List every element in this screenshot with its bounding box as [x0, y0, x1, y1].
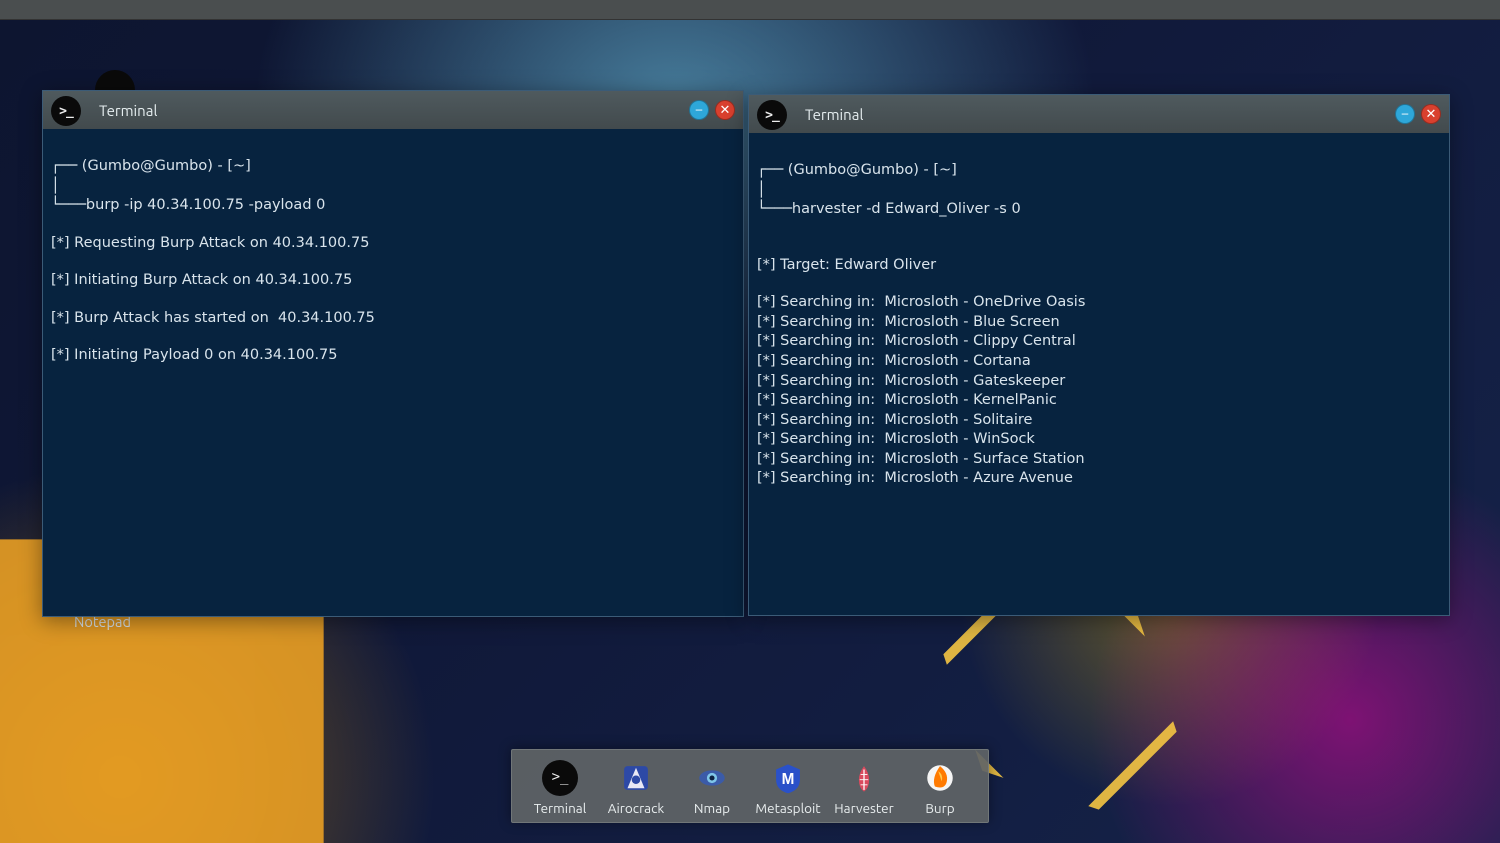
terminal-icon [757, 100, 787, 130]
output-line: [*] Burp Attack has started on 40.34.100… [51, 309, 735, 329]
dock-label: Airocrack [608, 800, 664, 816]
dock-label: Burp [925, 800, 954, 816]
terminal-window-burp: Terminal – ✕ ┌── (Gumbo@Gumbo) - [~] │ └… [42, 90, 744, 617]
window-title: Terminal [99, 102, 157, 119]
command-line: └───burp -ip 40.34.100.75 -payload 0 [51, 196, 735, 216]
system-top-bar [0, 0, 1500, 20]
prompt-line: ┌── (Gumbo@Gumbo) - [~] [51, 157, 735, 177]
dock-item-harvester[interactable]: Harvester [831, 760, 897, 816]
minimize-button[interactable]: – [689, 100, 709, 120]
output-line: [*] Searching in: Microsloth - Azure Ave… [757, 469, 1441, 489]
output-line: [*] Searching in: Microsloth - Gateskeep… [757, 372, 1441, 392]
output-line: [*] Searching in: Microsloth - OneDrive … [757, 293, 1441, 313]
output-line: [*] Initiating Burp Attack on 40.34.100.… [51, 271, 735, 291]
terminal-content[interactable]: ┌── (Gumbo@Gumbo) - [~] │ └───burp -ip 4… [43, 129, 743, 616]
close-button[interactable]: ✕ [715, 100, 735, 120]
dock-label: Nmap [694, 800, 730, 816]
output-line: [*] Requesting Burp Attack on 40.34.100.… [51, 234, 735, 254]
metasploit-icon: M [770, 760, 806, 796]
titlebar[interactable]: Terminal – ✕ [749, 95, 1449, 133]
dock-item-burp[interactable]: Burp [907, 760, 973, 816]
command-line: └───harvester -d Edward_Oliver -s 0 [757, 200, 1441, 220]
airocrack-icon [618, 760, 654, 796]
output-line: [*] Searching in: Microsloth - Surface S… [757, 450, 1441, 470]
terminal-content[interactable]: ┌── (Gumbo@Gumbo) - [~] │ └───harvester … [749, 133, 1449, 615]
burp-icon [922, 760, 958, 796]
titlebar[interactable]: Terminal – ✕ [43, 91, 743, 129]
output-line: [*] Initiating Payload 0 on 40.34.100.75 [51, 346, 735, 366]
minimize-button[interactable]: – [1395, 104, 1415, 124]
output-line: [*] Searching in: Microsloth - Clippy Ce… [757, 332, 1441, 352]
prompt-line: │ [757, 181, 1441, 201]
harvester-icon [846, 760, 882, 796]
terminal-icon [51, 96, 81, 126]
prompt-line: ┌── (Gumbo@Gumbo) - [~] [757, 161, 1441, 181]
dock-label: Harvester [834, 800, 893, 816]
output-line: [*] Searching in: Microsloth - WinSock [757, 430, 1441, 450]
dock-label: Metasploit [755, 800, 820, 816]
svg-text:M: M [782, 771, 795, 788]
application-dock: >_ Terminal Airocrack Nmap M Metasploit … [511, 749, 989, 823]
dock-item-terminal[interactable]: >_ Terminal [527, 760, 593, 816]
dock-item-nmap[interactable]: Nmap [679, 760, 745, 816]
output-line: [*] Searching in: Microsloth - Cortana [757, 352, 1441, 372]
dock-item-metasploit[interactable]: M Metasploit [755, 760, 821, 816]
terminal-window-harvester: Terminal – ✕ ┌── (Gumbo@Gumbo) - [~] │ └… [748, 94, 1450, 616]
output-line: [*] Searching in: Microsloth - Blue Scre… [757, 313, 1441, 333]
output-line: [*] Target: Edward Oliver [757, 256, 1441, 276]
close-button[interactable]: ✕ [1421, 104, 1441, 124]
prompt-line: │ [51, 177, 735, 197]
dock-label: Terminal [534, 800, 587, 816]
dock-item-airocrack[interactable]: Airocrack [603, 760, 669, 816]
output-line: [*] Searching in: Microsloth - Solitaire [757, 411, 1441, 431]
terminal-icon: >_ [542, 760, 578, 796]
window-title: Terminal [805, 106, 863, 123]
output-line: [*] Searching in: Microsloth - KernelPan… [757, 391, 1441, 411]
nmap-icon [694, 760, 730, 796]
